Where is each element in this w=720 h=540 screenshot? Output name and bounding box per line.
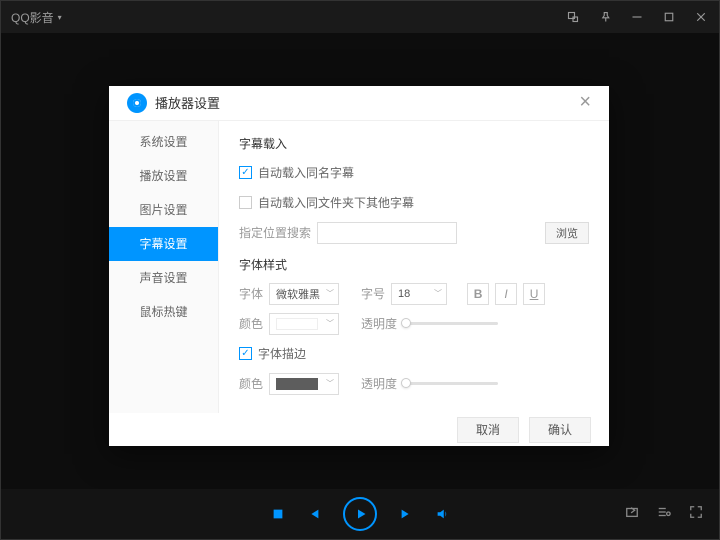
dialog-title-text: 播放器设置: [155, 93, 220, 112]
previous-button[interactable]: [307, 507, 321, 521]
player-bar: [1, 489, 719, 539]
chevron-down-icon: ﹀: [434, 288, 442, 299]
sidebar-item-image[interactable]: 图片设置: [109, 193, 218, 227]
settings-sidebar: 系统设置 播放设置 图片设置 字幕设置 声音设置 鼠标热键: [109, 121, 219, 413]
opacity-slider[interactable]: [403, 322, 498, 325]
section-subtitle-loading: 字幕载入: [239, 135, 589, 152]
select-size-value: 18: [398, 288, 410, 300]
color-swatch-dark: [276, 378, 318, 390]
sidebar-item-playback[interactable]: 播放设置: [109, 159, 218, 193]
label-auto-same-name: 自动载入同名字幕: [258, 164, 354, 181]
fullscreen-icon[interactable]: [689, 505, 703, 524]
player-center-controls: [271, 497, 449, 531]
sidebar-item-hotkey[interactable]: 鼠标热键: [109, 295, 218, 329]
dialog-close-icon[interactable]: ×: [579, 91, 591, 114]
underline-button[interactable]: U: [523, 283, 545, 305]
label-auto-same-folder: 自动载入同文件夹下其他字幕: [258, 194, 414, 211]
play-button[interactable]: [343, 497, 377, 531]
label-search-path: 指定位置搜索: [239, 224, 311, 241]
slider-thumb-icon[interactable]: [401, 378, 411, 388]
label-outline-opacity: 透明度: [361, 375, 397, 392]
player-right-controls: [625, 505, 703, 524]
chevron-down-icon: ▾: [58, 13, 62, 22]
settings-dialog: 播放器设置 × 系统设置 播放设置 图片设置 字幕设置 声音设置 鼠标热键 字幕…: [109, 86, 609, 446]
select-font-value: 微软雅黑: [276, 286, 320, 302]
next-button[interactable]: [399, 507, 413, 521]
italic-button[interactable]: I: [495, 283, 517, 305]
volume-button[interactable]: [435, 507, 449, 521]
chevron-down-icon: ﹀: [326, 318, 334, 329]
slider-thumb-icon[interactable]: [401, 318, 411, 328]
label-outline: 字体描边: [258, 345, 306, 362]
input-search-path[interactable]: [317, 222, 457, 244]
sidebar-item-system[interactable]: 系统设置: [109, 125, 218, 159]
pin-icon[interactable]: [597, 9, 613, 25]
checkbox-auto-same-name[interactable]: [239, 166, 252, 179]
select-outline-color[interactable]: ﹀: [269, 373, 339, 395]
label-size: 字号: [361, 285, 385, 302]
app-title-text: QQ影音: [11, 9, 54, 26]
sidebar-item-audio[interactable]: 声音设置: [109, 261, 218, 295]
settings-content: 字幕载入 自动载入同名字幕 自动载入同文件夹下其他字幕 指定位置搜索 浏览 字体…: [219, 121, 609, 413]
app-window: QQ影音 ▾ 播放器设置 × 系统设置 播放设置 图片设置 字幕设置: [0, 0, 720, 540]
playlist-icon[interactable]: [657, 505, 671, 524]
select-font-color[interactable]: ﹀: [269, 313, 339, 335]
dialog-footer: 取消 确认: [109, 413, 609, 446]
bold-button[interactable]: B: [467, 283, 489, 305]
chevron-down-icon: ﹀: [326, 378, 334, 389]
checkbox-auto-same-folder[interactable]: [239, 196, 252, 209]
chevron-down-icon: ﹀: [326, 288, 334, 299]
section-font-style: 字体样式: [239, 256, 589, 273]
stop-button[interactable]: [271, 507, 285, 521]
minimize-icon[interactable]: [629, 9, 645, 25]
player-icon: [127, 93, 147, 113]
app-title[interactable]: QQ影音 ▾: [11, 9, 62, 26]
open-file-icon[interactable]: [625, 505, 639, 524]
checkbox-outline[interactable]: [239, 347, 252, 360]
maximize-icon[interactable]: [661, 9, 677, 25]
dialog-body: 系统设置 播放设置 图片设置 字幕设置 声音设置 鼠标热键 字幕载入 自动载入同…: [109, 121, 609, 413]
ok-button[interactable]: 确认: [529, 417, 591, 443]
dialog-header: 播放器设置 ×: [109, 86, 609, 121]
color-swatch-white: [276, 318, 318, 330]
label-color: 颜色: [239, 315, 263, 332]
sidebar-item-subtitle[interactable]: 字幕设置: [109, 227, 218, 261]
cancel-button[interactable]: 取消: [457, 417, 519, 443]
mini-mode-icon[interactable]: [565, 9, 581, 25]
outline-opacity-slider[interactable]: [403, 382, 498, 385]
select-font-size[interactable]: 18 ﹀: [391, 283, 447, 305]
label-outline-color: 颜色: [239, 375, 263, 392]
select-font[interactable]: 微软雅黑 ﹀: [269, 283, 339, 305]
close-icon[interactable]: [693, 9, 709, 25]
title-bar: QQ影音 ▾: [1, 1, 719, 33]
browse-button[interactable]: 浏览: [545, 222, 589, 244]
label-font: 字体: [239, 285, 263, 302]
label-opacity: 透明度: [361, 315, 397, 332]
window-controls: [565, 9, 709, 25]
